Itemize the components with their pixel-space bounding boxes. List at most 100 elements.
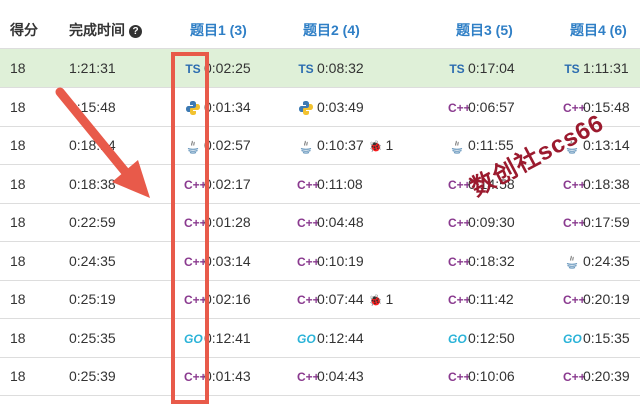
submission-time: 1:11:31 bbox=[583, 60, 629, 76]
finish-time-cell: 0:25:19 bbox=[69, 291, 116, 307]
submission-time: 0:01:34 bbox=[204, 98, 251, 115]
cpp-icon: C++ bbox=[297, 254, 320, 269]
problem-2-cell[interactable]: C++0:07:44 🐞 1 bbox=[297, 280, 393, 318]
submission-time: 0:17:04 bbox=[468, 60, 515, 76]
score-cell: 18 bbox=[10, 60, 26, 76]
problem-3-cell[interactable]: C++0:06:57 bbox=[448, 88, 515, 126]
cpp-icon: C++ bbox=[297, 370, 320, 385]
submission-time: 0:04:48 bbox=[317, 214, 364, 230]
table-row: 18 0:18:38 C++0:02:17 C++0:11:08 C++0:14:58 C… bbox=[0, 165, 640, 204]
problem-4-header[interactable]: 题目4 (6) bbox=[570, 0, 627, 48]
table-row: 18 0:25:35 GO0:12:41 GO0:12:44 GO0:12:50 GO0:… bbox=[0, 319, 640, 358]
submission-time: 0:06:57 bbox=[468, 98, 515, 115]
problem-2-cell[interactable]: 0:10:37 🐞 1 bbox=[297, 126, 393, 164]
submission-time: 0:07:44 bbox=[317, 291, 364, 307]
submission-time: 0:18:32 bbox=[468, 252, 515, 269]
finish-time-cell: 1:21:31 bbox=[69, 60, 116, 76]
cpp-icon: C++ bbox=[563, 216, 586, 231]
table-row: 18 0:25:39 C++0:01:43 C++0:04:43 C++0:10:06 C… bbox=[0, 357, 640, 396]
submission-time: 0:18:38 bbox=[583, 175, 630, 192]
finish-time-cell: 0:15:48 bbox=[69, 98, 116, 115]
submission-time: 0:09:30 bbox=[468, 214, 515, 230]
submission-time: 0:02:57 bbox=[204, 137, 251, 153]
python-icon bbox=[297, 99, 315, 116]
submission-time: 0:12:41 bbox=[204, 329, 251, 346]
cpp-icon: C++ bbox=[448, 293, 471, 308]
submission-time: 0:12:44 bbox=[317, 329, 364, 346]
submission-time: 0:12:50 bbox=[468, 329, 515, 346]
score-cell: 18 bbox=[10, 214, 26, 230]
submission-time: 0:03:14 bbox=[204, 252, 251, 269]
submission-time: 0:10:37 bbox=[317, 137, 364, 153]
go-icon: GO bbox=[297, 331, 316, 346]
help-icon[interactable]: ? bbox=[129, 25, 142, 38]
problem-4-cell[interactable]: C++0:20:39 bbox=[563, 357, 630, 395]
problem-2-cell[interactable]: C++0:04:43 bbox=[297, 357, 364, 395]
submission-time: 0:24:35 bbox=[583, 252, 630, 269]
problem-2-cell[interactable]: 0:03:49 bbox=[297, 88, 364, 126]
problem-3-cell[interactable]: TS 0:17:04 bbox=[448, 49, 515, 87]
typescript-icon: TS bbox=[449, 62, 465, 77]
go-icon: GO bbox=[448, 331, 467, 346]
bug-icon: 🐞 1 bbox=[368, 137, 394, 153]
table-row: 18 0:15:48 0:01:34 0:03:49 C++0:06:57 C++0:15… bbox=[0, 88, 640, 127]
finish-time-cell: 0:25:35 bbox=[69, 329, 116, 346]
submission-time: 0:15:35 bbox=[583, 329, 630, 346]
typescript-icon: TS bbox=[564, 62, 580, 77]
finish-time-cell: 0:18:38 bbox=[69, 175, 116, 192]
problem-3-cell[interactable]: C++0:09:30 bbox=[448, 203, 515, 241]
submission-time: 0:20:39 bbox=[583, 368, 630, 384]
score-cell: 18 bbox=[10, 98, 26, 115]
cpp-icon: C++ bbox=[563, 370, 586, 385]
submission-time: 0:11:42 bbox=[468, 291, 514, 307]
problem-3-cell[interactable]: C++0:11:42 bbox=[448, 280, 514, 318]
score-cell: 18 bbox=[10, 252, 26, 269]
problem-4-cell[interactable]: GO0:15:35 bbox=[563, 319, 630, 357]
wrong-attempt-count: 1 bbox=[385, 137, 394, 153]
cpp-icon: C++ bbox=[448, 100, 471, 115]
cpp-icon: C++ bbox=[448, 254, 471, 269]
problem-3-cell[interactable]: C++0:18:32 bbox=[448, 242, 515, 280]
typescript-icon: TS bbox=[298, 62, 314, 77]
submission-time: 0:02:16 bbox=[204, 291, 251, 307]
problem-3-cell[interactable]: GO0:12:50 bbox=[448, 319, 515, 357]
problem-1-header[interactable]: 题目1 (3) bbox=[190, 0, 247, 48]
problem-4-cell[interactable]: C++0:20:19 bbox=[563, 280, 630, 318]
go-icon: GO bbox=[563, 331, 582, 346]
highlight-box-annotation bbox=[171, 52, 209, 404]
problem-2-cell[interactable]: TS 0:08:32 bbox=[297, 49, 363, 87]
problem-4-cell[interactable]: C++0:18:38 bbox=[563, 165, 630, 203]
score-cell: 18 bbox=[10, 137, 26, 153]
problem-2-cell[interactable]: C++0:04:48 bbox=[297, 203, 364, 241]
table-row: 18 0:24:35 C++0:03:14 C++0:10:19 C++0:18:32 0… bbox=[0, 242, 640, 281]
problem-2-cell[interactable]: C++0:10:19 bbox=[297, 242, 364, 280]
cpp-icon: C++ bbox=[297, 293, 320, 308]
submission-time: 0:02:17 bbox=[204, 175, 251, 192]
java-icon bbox=[563, 253, 581, 270]
submission-time: 0:20:19 bbox=[583, 291, 630, 307]
submission-time: 0:10:06 bbox=[468, 368, 515, 384]
table-row: 18 1:21:31 TS 0:02:25 TS 0:08:32 TS 0:17:04 TS 1:… bbox=[0, 49, 640, 88]
cpp-icon: C++ bbox=[563, 293, 586, 308]
bug-icon: 🐞 1 bbox=[368, 291, 394, 307]
wrong-attempt-count: 1 bbox=[385, 291, 394, 307]
problem-3-header[interactable]: 题目3 (5) bbox=[456, 0, 513, 48]
problem-4-cell[interactable]: TS 1:11:31 bbox=[563, 49, 629, 87]
cpp-icon: C++ bbox=[448, 177, 471, 192]
problem-4-cell[interactable]: C++0:17:59 bbox=[563, 203, 630, 241]
problem-2-cell[interactable]: GO0:12:44 bbox=[297, 319, 364, 357]
score-header: 得分 bbox=[10, 22, 38, 38]
problem-4-cell[interactable]: 0:24:35 bbox=[563, 242, 630, 280]
submission-time: 0:10:19 bbox=[317, 252, 364, 269]
finish-time-cell: 0:25:39 bbox=[69, 368, 116, 384]
cpp-icon: C++ bbox=[297, 177, 320, 192]
problem-3-cell[interactable]: C++0:10:06 bbox=[448, 357, 515, 395]
submission-time: 0:03:49 bbox=[317, 98, 364, 115]
score-cell: 18 bbox=[10, 368, 26, 384]
problem-2-header[interactable]: 题目2 (4) bbox=[303, 0, 360, 48]
finish-time-cell: 0:18:14 bbox=[69, 137, 116, 153]
problem-2-cell[interactable]: C++0:11:08 bbox=[297, 165, 363, 203]
submission-time: 0:17:59 bbox=[583, 214, 630, 230]
cpp-icon: C++ bbox=[448, 216, 471, 231]
table-header: 得分 完成时间? 题目1 (3) 题目2 (4) 题目3 (5) 题目4 (6) bbox=[0, 0, 640, 49]
